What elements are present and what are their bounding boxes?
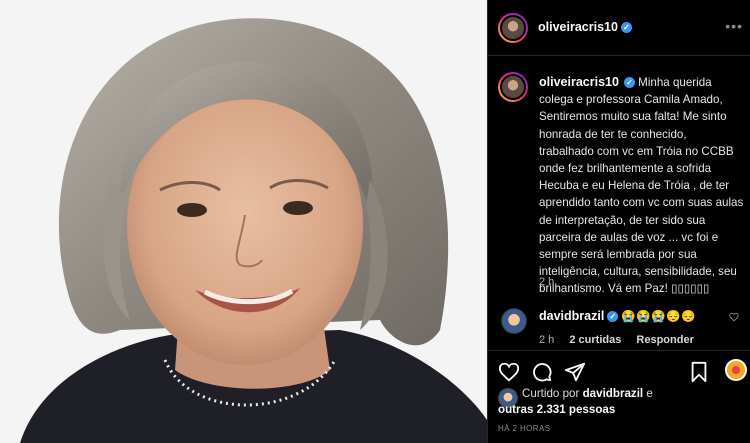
comment-time[interactable]: 2 h	[539, 334, 554, 346]
author-avatar[interactable]	[498, 13, 528, 43]
portrait-image	[0, 0, 487, 443]
comment-likes[interactable]: 2 curtidas	[569, 334, 621, 346]
notification-badge-icon[interactable]	[725, 359, 747, 381]
share-icon[interactable]	[564, 361, 586, 383]
post-header: oliveiracris10 ✓ •••	[488, 0, 750, 56]
likes-summary: Curtido por davidbrazil e outras 2.331 p…	[498, 386, 748, 418]
caption-time[interactable]: 2 h	[539, 276, 554, 288]
action-bar	[488, 350, 750, 390]
more-icon[interactable]: •••	[725, 18, 743, 34]
verified-icon: ✓	[607, 311, 619, 322]
comment-item: davidbrazil ✓ 😭😭😭😔😔 2 h 2 curtidas Respond…	[498, 306, 743, 350]
comments-section: oliveiracris10 ✓ Minha querida colega e p…	[488, 57, 750, 353]
caption-avatar[interactable]	[498, 72, 528, 102]
liked-by-others-line: outras 2.331 pessoas	[498, 403, 615, 416]
verified-icon: ✓	[620, 22, 632, 33]
bookmark-icon[interactable]	[688, 361, 710, 383]
verified-icon: ✓	[623, 77, 635, 88]
liked-by-prefix: Curtido por	[522, 387, 580, 400]
author-username-text[interactable]: oliveiracris10	[538, 20, 618, 34]
heart-icon[interactable]	[498, 361, 520, 383]
post-photo[interactable]	[0, 0, 487, 443]
comment-emojis: 😭😭😭😔😔	[621, 310, 696, 323]
commenter-username[interactable]: davidbrazil	[539, 309, 604, 323]
caption-body: Minha querida colega e professora Camila…	[539, 76, 744, 296]
post-timestamp[interactable]: HÁ 2 HORAS	[498, 424, 550, 433]
liked-by-line: Curtido por davidbrazil e	[522, 387, 653, 400]
liked-by-conj: e	[646, 387, 653, 400]
reply-button[interactable]: Responder	[636, 334, 693, 346]
liked-by-user[interactable]: davidbrazil	[583, 387, 644, 400]
comment-like-icon[interactable]	[729, 312, 739, 322]
comment-icon[interactable]	[531, 361, 553, 383]
comment-meta: 2 h 2 curtidas Responder	[539, 334, 706, 346]
caption-username[interactable]: oliveiracris10	[539, 75, 619, 89]
commenter-avatar[interactable]	[501, 308, 527, 334]
comment-text: davidbrazil ✓ 😭😭😭😔😔	[539, 309, 696, 323]
liked-by-others[interactable]: outras 2.331 pessoas	[498, 403, 615, 416]
caption-text: oliveiracris10 ✓ Minha querida colega e p…	[539, 74, 744, 298]
author-username[interactable]: oliveiracris10 ✓	[538, 20, 632, 34]
post-panel: oliveiracris10 ✓ ••• oliveiracris10 ✓ Minh…	[487, 0, 750, 443]
